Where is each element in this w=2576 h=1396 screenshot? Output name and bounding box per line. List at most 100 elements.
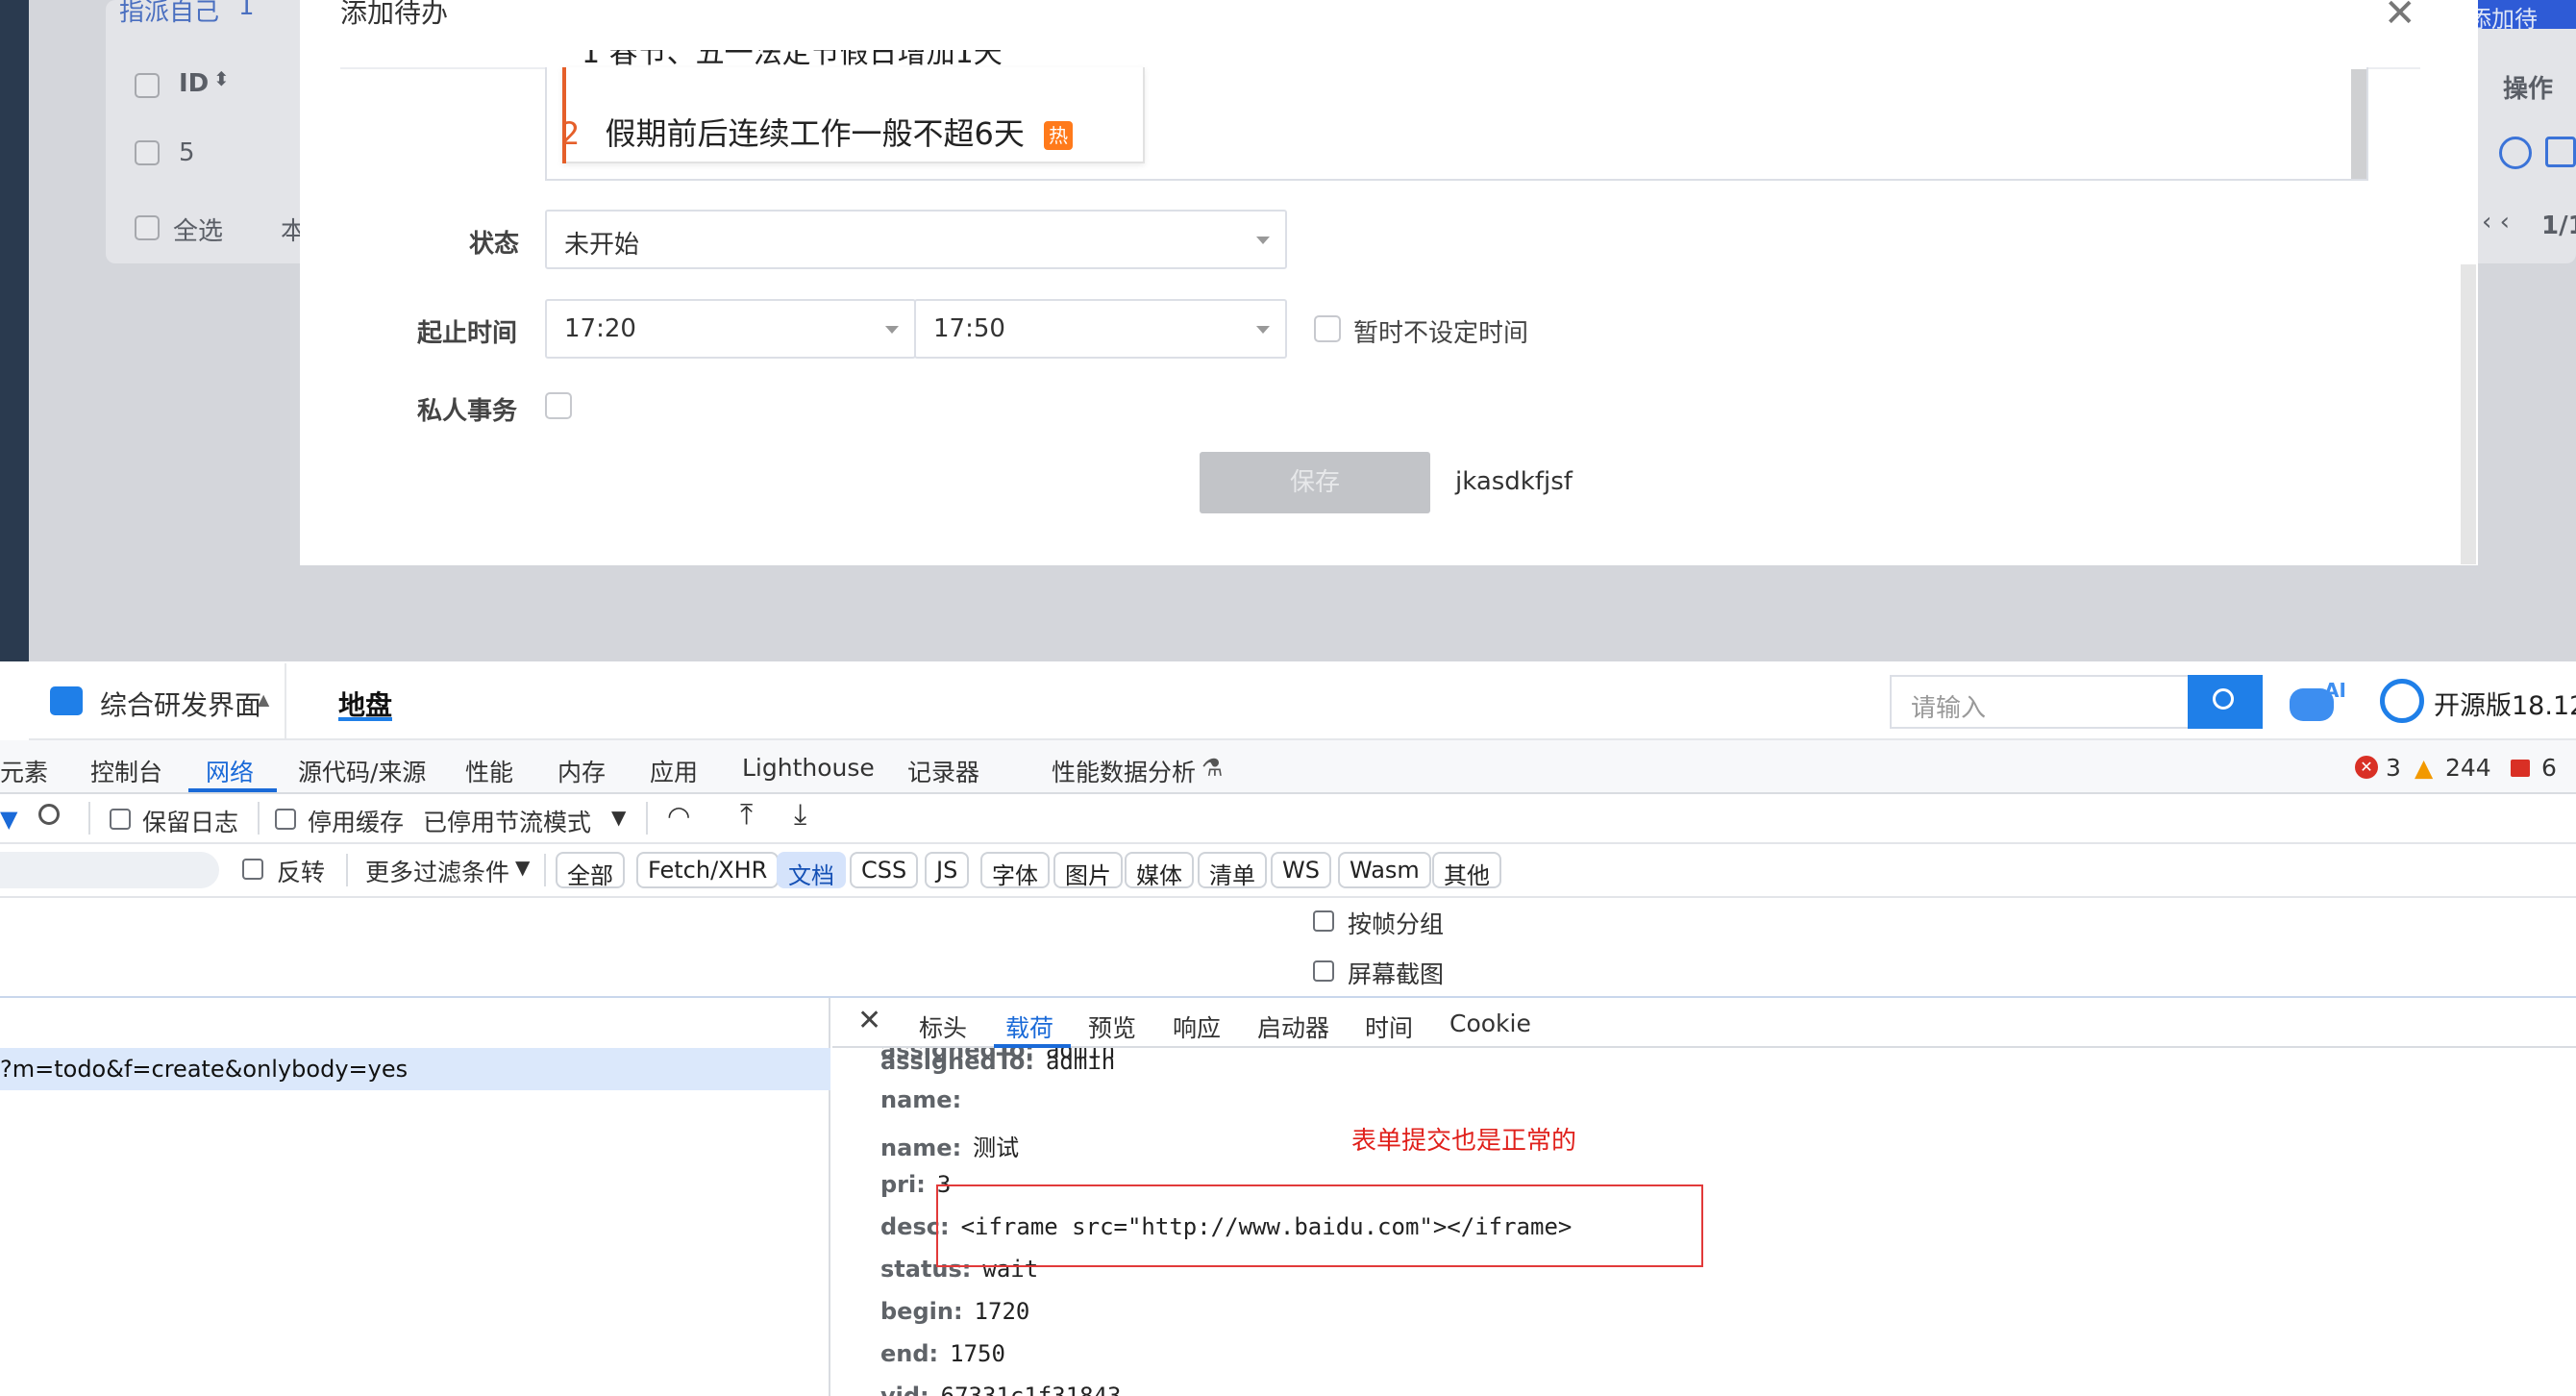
- end-time-select[interactable]: 17:50: [914, 299, 1287, 359]
- bg-col-id[interactable]: ID: [179, 69, 209, 98]
- throttling-select[interactable]: 已停用节流模式: [423, 804, 591, 838]
- chevron-down-icon[interactable]: ▼: [611, 806, 626, 829]
- group-by-frame-checkbox[interactable]: [1313, 910, 1334, 932]
- network-conditions-icon[interactable]: ◠: [667, 800, 690, 832]
- bg-select-all[interactable]: 全选: [173, 212, 223, 247]
- upload-icon[interactable]: ⤒: [740, 798, 753, 832]
- tab-application[interactable]: 应用: [650, 754, 698, 788]
- payload-value: 1720: [974, 1298, 1030, 1325]
- type-js[interactable]: JS: [925, 852, 970, 888]
- tab-memory[interactable]: 内存: [557, 754, 606, 788]
- chevron-down-icon: [885, 326, 899, 334]
- close-icon[interactable]: ✕: [857, 1004, 881, 1037]
- error-icon[interactable]: ✕: [2355, 756, 2378, 779]
- screenshots-checkbox[interactable]: [1313, 960, 1334, 982]
- detail-tab-headers[interactable]: 标头: [919, 1010, 967, 1044]
- no-time-label[interactable]: 暂时不设定时间: [1353, 313, 1528, 349]
- type-doc[interactable]: 文档: [777, 852, 846, 889]
- tab-network[interactable]: 网络: [206, 754, 254, 788]
- search-button[interactable]: [2188, 675, 2263, 729]
- tab-sources[interactable]: 源代码/来源: [298, 754, 426, 788]
- detail-tab-response[interactable]: 响应: [1173, 1010, 1221, 1044]
- type-other[interactable]: 其他: [1432, 852, 1501, 889]
- type-font[interactable]: 字体: [980, 852, 1050, 889]
- status-select[interactable]: 未开始: [545, 210, 1287, 269]
- toolbar-separator: [646, 802, 648, 835]
- detail-tab-initiator[interactable]: 启动器: [1257, 1010, 1329, 1044]
- check-circle-icon[interactable]: [2499, 137, 2532, 169]
- download-icon[interactable]: ⤓: [794, 798, 806, 832]
- save-button[interactable]: 保存: [1200, 452, 1430, 513]
- detail-tab-preview[interactable]: 预览: [1088, 1010, 1136, 1044]
- preserve-log-checkbox[interactable]: [110, 809, 131, 830]
- hint-list-item[interactable]: 2 假期前后连续工作一般不超6天 热: [560, 110, 1074, 154]
- issue-icon[interactable]: [2511, 760, 2530, 777]
- type-media[interactable]: 媒体: [1125, 852, 1194, 889]
- toolbar-separator: [285, 663, 286, 738]
- ai-label: AI: [2324, 679, 2346, 702]
- bg-select-all-checkbox[interactable]: [135, 215, 160, 240]
- time-label: 起止时间: [417, 319, 518, 348]
- type-css[interactable]: CSS: [850, 852, 919, 888]
- app-switcher[interactable]: 综合研发界面: [100, 685, 261, 723]
- editor-scrollbar[interactable]: [2351, 69, 2366, 179]
- start-time-select[interactable]: 17:20: [545, 299, 916, 359]
- tab-console[interactable]: 控制台: [90, 754, 162, 788]
- type-ws[interactable]: WS: [1271, 852, 1331, 888]
- close-icon[interactable]: ✕: [2384, 0, 2416, 33]
- payload-row: vid: 67331c1f31843: [880, 1383, 1122, 1396]
- chevron-down-icon[interactable]: ▼: [515, 856, 530, 879]
- tab-recorder[interactable]: 记录器: [907, 754, 979, 788]
- bg-header-checkbox[interactable]: [135, 73, 160, 98]
- type-wasm[interactable]: Wasm: [1338, 852, 1431, 888]
- search-icon[interactable]: [38, 804, 60, 825]
- preserve-log-label[interactable]: 保留日志: [142, 804, 238, 838]
- detail-tab-payload[interactable]: 载荷: [1005, 1010, 1053, 1044]
- modal-scrollbar[interactable]: [2461, 264, 2476, 564]
- filter-input[interactable]: [0, 852, 219, 888]
- tab-elements[interactable]: 元素: [0, 754, 48, 788]
- bg-filter-label[interactable]: 指派自己: [119, 0, 219, 28]
- zentao-logo-icon: [2380, 679, 2424, 723]
- filter-funnel-icon[interactable]: ▼: [0, 806, 17, 833]
- tab-lighthouse[interactable]: Lighthouse: [742, 754, 875, 782]
- detail-tab-timing[interactable]: 时间: [1365, 1010, 1413, 1044]
- caret-up-icon: ▲: [258, 690, 270, 709]
- network-toolbar: ▼ 保留日志 停用缓存 已停用节流模式 ▼ ◠ ⤒ ⤓: [0, 794, 2576, 844]
- group-by-frame-label[interactable]: 按帧分组: [1348, 906, 1444, 940]
- request-url[interactable]: ?m=todo&f=create&onlybody=yes: [0, 1056, 408, 1083]
- hint-item-text: 假期前后连续工作一般不超6天: [605, 115, 1025, 152]
- disable-cache-checkbox[interactable]: [275, 809, 296, 830]
- type-all[interactable]: 全部: [556, 852, 625, 889]
- payload-value: 1750: [950, 1340, 1005, 1367]
- global-search-input[interactable]: 请输入: [1890, 675, 2190, 729]
- disable-cache-label[interactable]: 停用缓存: [308, 804, 404, 838]
- hint-partial-text: 1 春节、五一法定节假日增加1天: [582, 50, 1003, 70]
- detail-tab-cookie[interactable]: Cookie: [1449, 1010, 1531, 1037]
- no-time-checkbox[interactable]: [1314, 315, 1341, 342]
- warning-icon[interactable]: ▲: [2415, 754, 2433, 782]
- warning-count[interactable]: 244: [2445, 754, 2491, 782]
- invert-label[interactable]: 反转: [277, 854, 325, 888]
- payload-row: name: 测试: [880, 1129, 1019, 1162]
- bg-filter-count: 1: [238, 0, 255, 21]
- type-img[interactable]: 图片: [1053, 852, 1123, 889]
- bg-row-checkbox[interactable]: [135, 140, 160, 165]
- type-fetch-xhr[interactable]: Fetch/XHR: [636, 852, 780, 888]
- tab-perf-insights[interactable]: 性能数据分析: [1052, 754, 1196, 788]
- invert-checkbox[interactable]: [242, 859, 263, 880]
- type-manifest[interactable]: 清单: [1198, 852, 1267, 889]
- error-count[interactable]: 3: [2386, 754, 2401, 782]
- private-checkbox[interactable]: [545, 392, 572, 419]
- tab-performance[interactable]: 性能: [465, 754, 513, 788]
- screenshots-label[interactable]: 屏幕截图: [1348, 956, 1444, 990]
- bg-row-id: 5: [179, 138, 195, 167]
- toolbar-separator: [346, 854, 348, 886]
- edit-icon[interactable]: [2545, 137, 2576, 167]
- sort-icon[interactable]: ⬍: [213, 67, 230, 90]
- hot-badge: 热: [1044, 121, 1074, 150]
- request-row[interactable]: ?m=todo&f=create&onlybody=yes: [0, 1048, 830, 1090]
- issue-count[interactable]: 6: [2541, 754, 2557, 782]
- bg-pager-prev-icon[interactable]: ‹ ‹: [2482, 208, 2510, 237]
- more-filters-button[interactable]: 更多过滤条件: [365, 854, 509, 888]
